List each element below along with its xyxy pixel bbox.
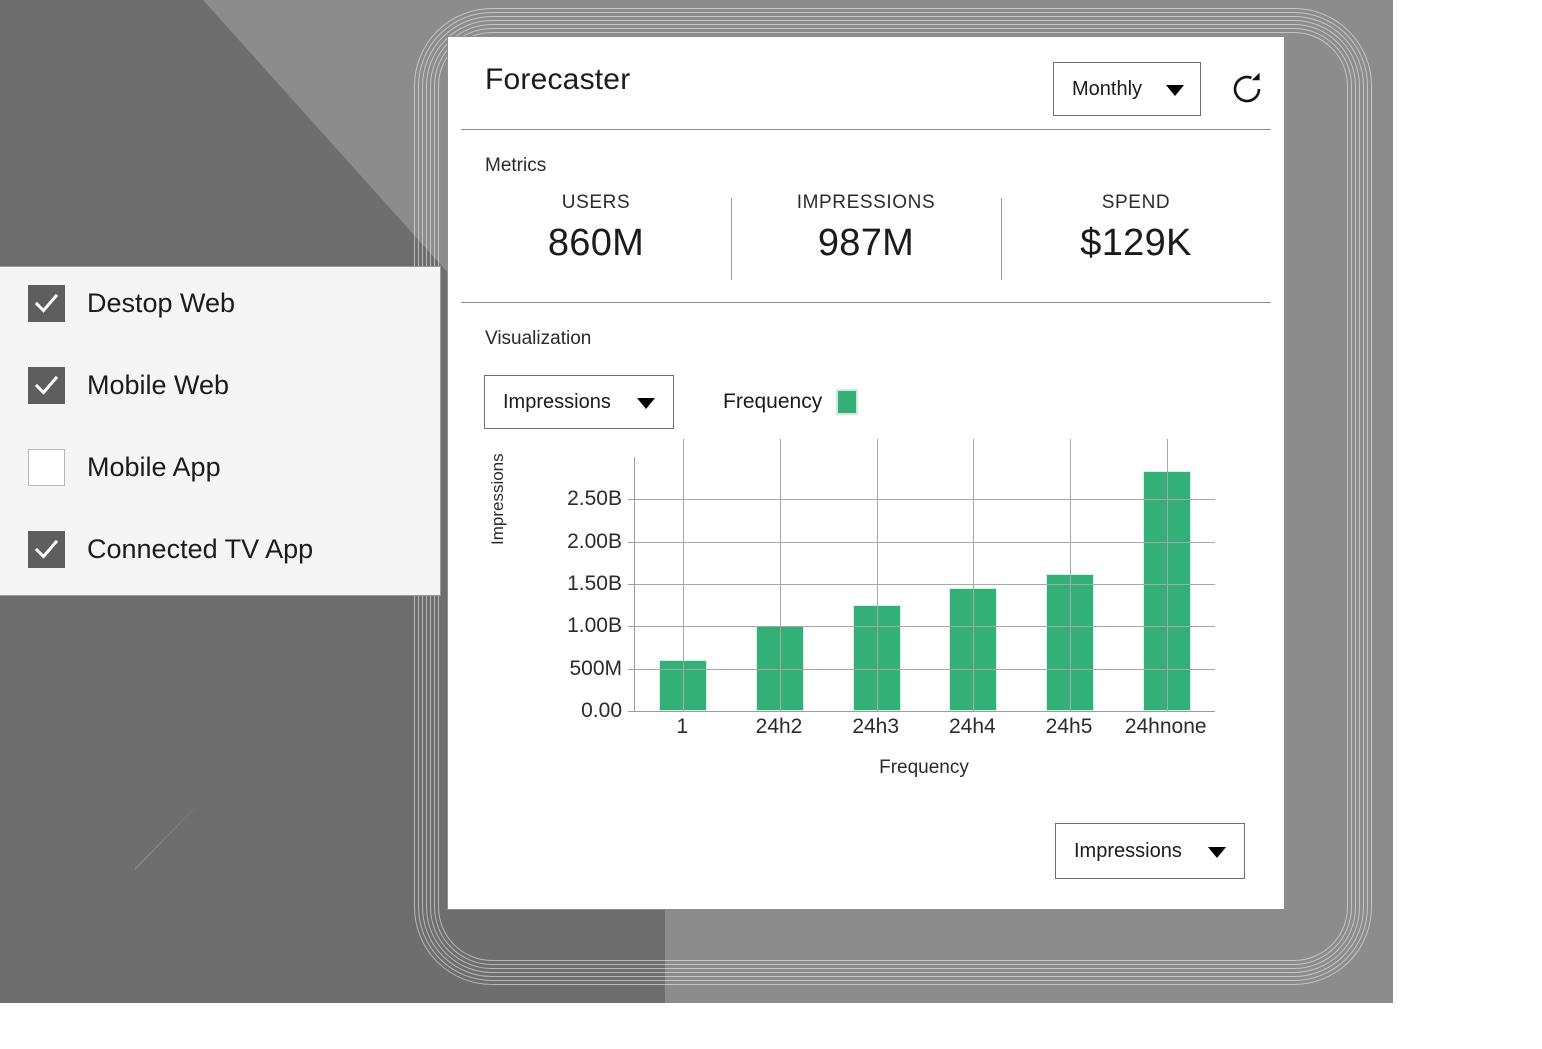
y-axis-tick-label: 2.00B [567,529,622,553]
x-axis-tick-label: 24h2 [755,715,803,738]
channel-filter-item[interactable]: Mobile App [28,449,221,486]
screen: Forecaster Monthly Metrics USERS 860M IM… [0,0,1542,1049]
checkbox-checked-icon[interactable] [28,285,65,322]
vertical-gridline [683,439,685,711]
channel-filter-label: Mobile Web [87,370,230,400]
refresh-button[interactable] [1226,68,1268,110]
footer-metric-select-value: Impressions [1074,840,1182,862]
x-axis-tick-label: 24h4 [948,715,996,738]
refresh-icon [1233,72,1261,103]
channel-filter-item[interactable]: Connected TV App [28,531,313,568]
checkbox-checked-icon[interactable] [28,367,65,404]
vertical-gridline [1070,439,1071,711]
metric-label: SPEND [1101,192,1171,213]
x-axis-tick-label: 24h5 [1045,715,1093,738]
channel-filter-item[interactable]: Mobile Web [28,367,229,404]
chart-legend: Frequency [723,389,859,415]
chevron-down-icon [637,398,655,409]
y-axis-title: Impressions [488,453,507,545]
metric-label: USERS [561,192,631,213]
checkbox-unchecked-icon[interactable] [28,449,65,486]
vertical-gridline [1166,439,1168,711]
metric-value: 987M [817,222,915,264]
axis-tickmark [628,626,635,628]
legend-color-swatch [836,389,859,415]
page-title: Forecaster [485,63,631,96]
period-select-value: Monthly [1072,78,1143,100]
x-axis-tick-label: 24hnone [1124,715,1207,738]
channel-filter-label: Mobile App [87,452,221,482]
bar-chart: Impressions 0.00 500M 1.00B 1.50B 2.00B 2.50B… [484,439,1250,807]
y-axis-tick-label: 500M [569,656,622,680]
metrics-row: USERS 860M IMPRESSIONS 987M SPEND $129K [461,192,1271,292]
channel-filter-label: Connected TV App [87,534,314,564]
gridline [635,626,1215,628]
vertical-gridline [973,439,975,711]
checkbox-checked-icon[interactable] [28,531,65,568]
metric-impressions: IMPRESSIONS 987M [731,192,1001,292]
chart-metric-select[interactable]: Impressions [484,375,674,429]
axis-tickmark [628,711,635,712]
vertical-gridline [876,439,878,711]
chevron-down-icon [1166,85,1184,96]
metric-users: USERS 860M [461,192,731,292]
visualization-section-label: Visualization [485,328,592,349]
axis-tickmark [628,584,635,585]
card-header: Forecaster Monthly [448,37,1284,130]
channel-filter-panel: Destop Web Mobile Web Mobile App Connected … [0,266,441,596]
channel-filter-item[interactable]: Destop Web [28,285,235,322]
vertical-gridline [780,439,781,711]
legend-label: Frequency [723,390,823,413]
y-axis-tick-label: 0.00 [581,699,622,722]
forecaster-card: Forecaster Monthly Metrics USERS 860M IM… [447,36,1285,910]
x-axis-title: Frequency [879,757,969,778]
plot-area [628,439,1215,712]
metrics-divider [461,302,1271,303]
chart-metric-select-value: Impressions [503,391,611,413]
gridline [635,499,1215,501]
x-axis-tick-label: 24h3 [852,715,900,738]
y-axis-tick-label: 2.50B [567,487,622,511]
x-axis-ticks: 1 24h2 24h3 24h4 24h5 24hnone [634,715,1214,739]
metrics-section-label: Metrics [485,155,547,176]
metric-value: $129K [1080,222,1192,264]
channel-filter-label: Destop Web [87,288,236,318]
y-axis-tick-label: 1.00B [567,614,622,638]
period-select[interactable]: Monthly [1053,62,1201,116]
gridline [635,541,1215,543]
y-axis-tick-label: 1.50B [567,572,622,595]
footer-metric-select[interactable]: Impressions [1055,823,1245,879]
gridline [635,668,1215,670]
metric-value: 860M [547,222,645,264]
gridline [635,584,1215,585]
axis-tickmark [628,541,635,543]
chevron-down-icon [1208,847,1226,858]
axis-tickmark [628,668,635,670]
header-divider [461,129,1271,130]
metric-spend: SPEND $129K [1001,192,1271,292]
y-axis-ticks: 0.00 500M 1.00B 1.50B 2.00B 2.50B [512,457,632,722]
axis-tickmark [628,499,635,501]
metric-label: IMPRESSIONS [796,192,936,213]
x-axis-tick-label: 1 [676,715,689,738]
